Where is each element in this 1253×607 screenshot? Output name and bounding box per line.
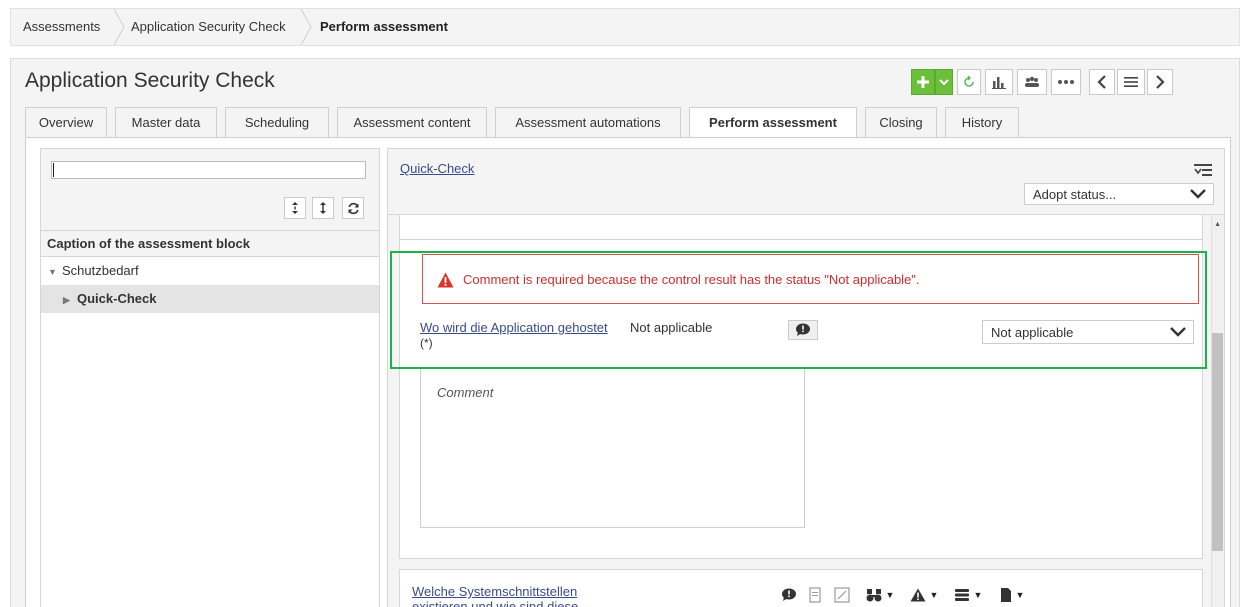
next-button[interactable] <box>1147 69 1173 95</box>
tree-refresh-button[interactable] <box>342 197 364 219</box>
assessment-block-panel: Quick-Check Adopt status... ▲ Comment is… <box>387 148 1225 607</box>
tab-history[interactable]: History <box>945 107 1019 137</box>
dropdown-arrow-icon: ▼ <box>973 590 983 600</box>
collapse-all-button[interactable] <box>312 197 334 219</box>
adopt-status-placeholder: Adopt status... <box>1033 187 1117 202</box>
next-icon <box>1156 75 1165 89</box>
tree-search-input[interactable] <box>52 162 365 178</box>
next-question-tools: ▼ ▼ ▼ ▼ <box>778 584 1088 606</box>
expand-tool-button[interactable] <box>832 584 852 606</box>
breadcrumb-separator-icon <box>300 9 312 45</box>
next-question-link[interactable]: Welche Systemschnittstellen existieren u… <box>412 584 602 607</box>
collapse-all-icon <box>320 202 326 214</box>
sort-list-icon[interactable] <box>1192 161 1214 179</box>
next-question-card: Welche Systemschnittstellen existieren u… <box>399 569 1203 607</box>
expand-arrow-icon[interactable]: ▶ <box>63 286 77 314</box>
expand-all-button[interactable] <box>284 197 306 219</box>
chevron-down-icon <box>939 79 949 86</box>
tab-closing[interactable]: Closing <box>865 107 937 137</box>
comment-icon <box>782 588 796 601</box>
warning-icon <box>910 588 926 602</box>
breadcrumb-assessments[interactable]: Assessments <box>23 9 100 45</box>
breadcrumb: Assessments Application Security Check P… <box>10 8 1240 46</box>
tab-scheduling[interactable]: Scheduling <box>225 107 329 137</box>
tree-column-header: Caption of the assessment block <box>41 231 379 257</box>
file-icon <box>1000 588 1011 602</box>
breadcrumb-application-security-check[interactable]: Application Security Check <box>131 9 286 45</box>
comment-field[interactable] <box>420 368 805 528</box>
more-icon <box>1058 80 1074 84</box>
vertical-scrollbar[interactable]: ▲ <box>1211 215 1224 607</box>
add-icon <box>917 76 929 88</box>
document-tool-button[interactable] <box>806 584 824 606</box>
previous-button[interactable] <box>1089 69 1115 95</box>
measures-tool-button[interactable]: ▼ <box>950 584 986 606</box>
binoculars-icon <box>866 589 882 602</box>
dropdown-arrow-icon: ▼ <box>929 590 939 600</box>
tab-overview[interactable]: Overview <box>25 107 107 137</box>
tab-content: Caption of the assessment block ▼ Schutzb… <box>25 138 1231 607</box>
text-caret <box>53 163 54 177</box>
expand-all-icon <box>292 202 298 214</box>
breadcrumb-perform-assessment: Perform assessment <box>320 19 448 34</box>
refresh-icon <box>964 75 974 87</box>
tab-perform-assessment[interactable]: Perform assessment <box>689 107 857 138</box>
breadcrumb-separator-icon <box>113 9 125 45</box>
chart-button[interactable] <box>985 69 1013 95</box>
comment-textarea[interactable] <box>421 369 804 527</box>
tree-node-quick-check[interactable]: ▶ Quick-Check <box>41 285 379 313</box>
tree-node-label: Schutzbedarf <box>62 263 139 278</box>
refresh-button[interactable] <box>957 69 981 95</box>
adopt-status-select[interactable]: Adopt status... <box>1024 183 1214 205</box>
toolbar <box>911 69 1231 95</box>
search-tool-button[interactable]: ▼ <box>862 584 898 606</box>
scroll-up-arrow-icon[interactable]: ▲ <box>1214 221 1221 228</box>
tab-assessment-content[interactable]: Assessment content <box>337 107 487 137</box>
stack-icon <box>954 589 969 601</box>
dropdown-arrow-icon: ▼ <box>1015 590 1025 600</box>
users-icon <box>1025 76 1039 87</box>
document-icon <box>809 587 821 603</box>
previous-icon <box>1097 75 1106 89</box>
participants-button[interactable] <box>1017 69 1047 95</box>
tab-master-data[interactable]: Master data <box>115 107 217 137</box>
bar-chart-icon <box>992 77 1006 89</box>
block-link-quick-check[interactable]: Quick-Check <box>400 161 474 176</box>
resize-icon <box>834 587 850 603</box>
collapse-arrow-icon[interactable]: ▼ <box>48 258 62 286</box>
add-button[interactable] <box>911 69 935 95</box>
dropdown-arrow-icon: ▼ <box>885 590 895 600</box>
assessment-tree-panel: Caption of the assessment block ▼ Schutzb… <box>40 148 380 607</box>
risk-tool-button[interactable]: ▼ <box>906 584 942 606</box>
tab-assessment-automations[interactable]: Assessment automations <box>495 107 681 137</box>
list-icon <box>1124 77 1138 87</box>
add-dropdown-button[interactable] <box>935 69 953 95</box>
tree-panel-header <box>41 149 379 231</box>
tree-search-field[interactable] <box>51 161 366 179</box>
validation-highlight <box>390 251 1207 369</box>
attachment-tool-button[interactable]: ▼ <box>994 584 1030 606</box>
list-view-button[interactable] <box>1117 69 1145 95</box>
refresh-icon <box>347 202 359 214</box>
more-button[interactable] <box>1051 69 1081 95</box>
block-header: Quick-Check Adopt status... <box>388 149 1224 215</box>
chevron-down-icon <box>1190 189 1206 199</box>
tree-node-label: Quick-Check <box>77 291 157 306</box>
tree-node-schutzbedarf[interactable]: ▼ Schutzbedarf <box>41 257 379 285</box>
page-title: Application Security Check <box>25 69 275 92</box>
scrollbar-thumb[interactable] <box>1212 333 1223 551</box>
comment-tool-button[interactable] <box>778 584 800 606</box>
